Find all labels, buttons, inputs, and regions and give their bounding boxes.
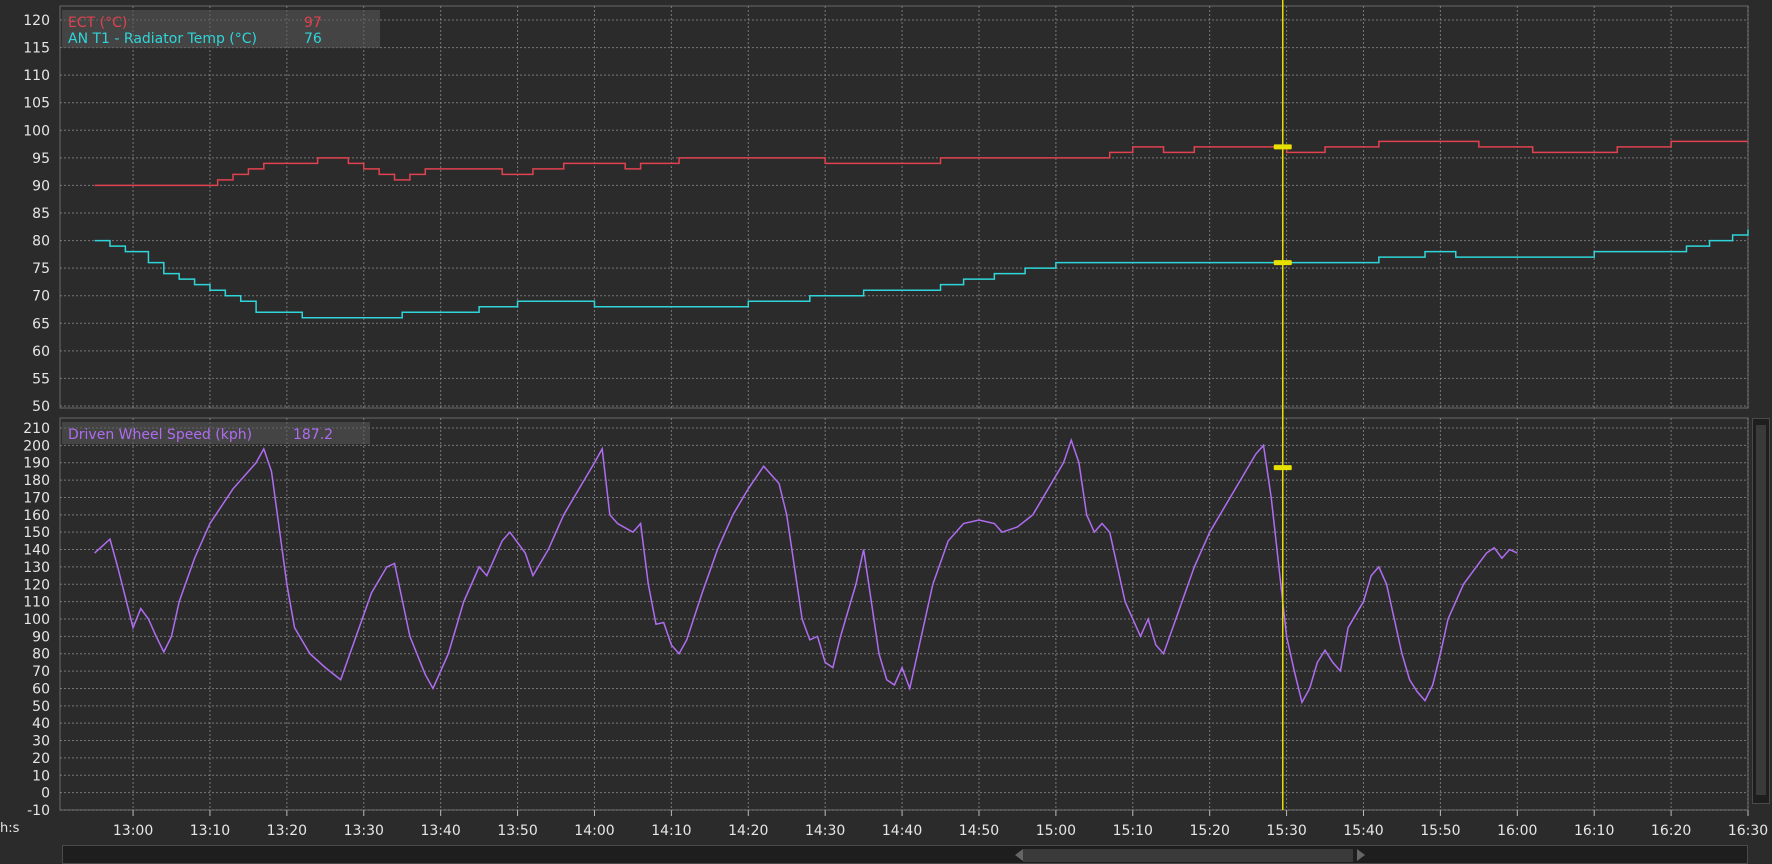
x-tick-label: 16:10 xyxy=(1574,823,1614,839)
x-tick-label: 15:10 xyxy=(1113,823,1153,839)
y-tick-label: 85 xyxy=(32,206,50,222)
x-tick-label: 15:30 xyxy=(1266,823,1306,839)
y-tick-label: 130 xyxy=(23,560,50,576)
y-tick-label: 90 xyxy=(32,629,50,645)
y-tick-label: 100 xyxy=(23,123,50,139)
x-tick-label: 16:30 xyxy=(1728,823,1768,839)
legend-value: 187.2 xyxy=(293,427,333,443)
x-tick-label: 16:20 xyxy=(1651,823,1691,839)
x-tick-label: 14:30 xyxy=(805,823,845,839)
vertical-scroll-thumb[interactable] xyxy=(1756,425,1766,795)
scroll-right-arrow-icon[interactable] xyxy=(1357,849,1365,861)
x-tick-label: 14:20 xyxy=(728,823,768,839)
y-tick-label: -10 xyxy=(27,803,50,819)
y-tick-label: 120 xyxy=(23,577,50,593)
y-tick-label: 80 xyxy=(32,234,50,250)
y-tick-label: 115 xyxy=(23,41,50,57)
x-tick-label: 14:40 xyxy=(882,823,922,839)
y-tick-label: 110 xyxy=(23,68,50,84)
x-tick-label: 14:00 xyxy=(574,823,614,839)
scroll-left-arrow-icon[interactable] xyxy=(1015,849,1023,861)
x-tick-label: 16:00 xyxy=(1497,823,1537,839)
x-tick-label: 13:40 xyxy=(420,823,460,839)
chart-pane-2: 2102001901801701601501401301201101009080… xyxy=(23,417,1749,819)
y-tick-label: 40 xyxy=(32,716,50,732)
y-tick-label: 95 xyxy=(32,151,50,167)
y-tick-label: 210 xyxy=(23,421,50,437)
x-tick-label: 13:30 xyxy=(344,823,384,839)
x-tick-label: 13:20 xyxy=(267,823,307,839)
horizontal-scrollbar[interactable] xyxy=(62,845,1748,864)
y-tick-label: 150 xyxy=(23,525,50,541)
y-tick-label: 160 xyxy=(23,508,50,524)
legend-value: 97 xyxy=(304,15,322,31)
y-tick-label: 180 xyxy=(23,473,50,489)
x-tick-label: 14:50 xyxy=(959,823,999,839)
y-tick-label: 140 xyxy=(23,543,50,559)
y-tick-label: 90 xyxy=(32,178,50,194)
x-tick-label: 15:00 xyxy=(1036,823,1076,839)
y-tick-label: 30 xyxy=(32,734,50,750)
legend-label: ECT (°C) xyxy=(68,15,127,31)
x-tick-label: 15:20 xyxy=(1190,823,1230,839)
x-tick-label: 15:40 xyxy=(1343,823,1383,839)
y-tick-label: 20 xyxy=(32,751,50,767)
legend-value: 76 xyxy=(304,31,322,47)
plot-area xyxy=(59,417,1749,811)
y-tick-label: 80 xyxy=(32,647,50,663)
y-tick-label: 170 xyxy=(23,490,50,506)
y-tick-label: 70 xyxy=(32,289,50,305)
y-tick-label: 70 xyxy=(32,664,50,680)
y-tick-label: 55 xyxy=(32,371,50,387)
y-tick-label: 50 xyxy=(32,699,50,715)
x-tick-label: 14:10 xyxy=(651,823,691,839)
legend-label: Driven Wheel Speed (kph) xyxy=(68,427,252,443)
time-axis-unit-label: h:s xyxy=(0,821,20,836)
y-tick-label: 120 xyxy=(23,13,50,29)
x-tick-label: 13:50 xyxy=(497,823,537,839)
y-tick-label: 200 xyxy=(23,438,50,454)
y-tick-label: 50 xyxy=(32,399,50,415)
chart-pane-1: 120 115 110 105 100 95 90 85 80 75 70 65 60 55 50 ECT (… xyxy=(23,5,1749,415)
y-tick-label: 0 xyxy=(41,786,50,802)
y-tick-label: 75 xyxy=(32,261,50,277)
legend-label: AN T1 - Radiator Temp (°C) xyxy=(68,31,257,47)
y-tick-label: 100 xyxy=(23,612,50,628)
y-tick-label: 190 xyxy=(23,456,50,472)
y-tick-label: 10 xyxy=(32,768,50,784)
y-tick-label: 60 xyxy=(32,681,50,697)
telemetry-chart[interactable]: 12011511010510095908580757065605550ECT (… xyxy=(0,0,1772,845)
x-tick-label: 13:10 xyxy=(190,823,230,839)
y-tick-label: 60 xyxy=(32,344,50,360)
horizontal-scroll-thumb[interactable] xyxy=(1023,849,1353,862)
y-tick-label: 65 xyxy=(32,316,50,332)
x-tick-label: 15:50 xyxy=(1420,823,1460,839)
vertical-scrollbar[interactable] xyxy=(1752,418,1770,804)
y-tick-label: 105 xyxy=(23,96,50,112)
plot-area xyxy=(59,5,1749,409)
y-tick-label: 110 xyxy=(23,595,50,611)
x-tick-label: 13:00 xyxy=(113,823,153,839)
